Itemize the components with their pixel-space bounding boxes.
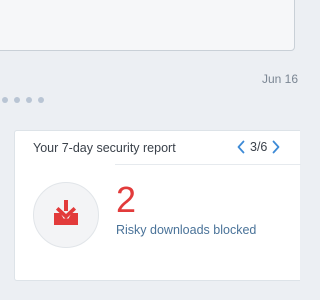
blocked-count: 2 bbox=[116, 179, 137, 220]
card-divider bbox=[115, 164, 301, 165]
typing-dot bbox=[38, 97, 44, 103]
chevron-right-icon[interactable] bbox=[270, 139, 282, 155]
typing-dot bbox=[14, 97, 20, 103]
report-icon-badge bbox=[33, 182, 99, 248]
download-tray-icon bbox=[51, 198, 81, 233]
chat-panel: Jun 16 Your 7-day security report 3/6 2 … bbox=[0, 0, 301, 300]
blocked-label: Risky downloads blocked bbox=[116, 223, 257, 237]
security-report-card: Your 7-day security report 3/6 2 Risky d… bbox=[14, 130, 301, 281]
message-input-area[interactable] bbox=[0, 0, 295, 51]
typing-indicator bbox=[2, 97, 44, 103]
typing-dot bbox=[26, 97, 32, 103]
card-pager: 3/6 bbox=[235, 139, 282, 155]
chevron-left-icon[interactable] bbox=[235, 139, 247, 155]
pager-count: 3/6 bbox=[250, 140, 268, 154]
card-title: Your 7-day security report bbox=[33, 141, 176, 155]
typing-dot bbox=[2, 97, 8, 103]
message-date: Jun 16 bbox=[261, 72, 298, 86]
